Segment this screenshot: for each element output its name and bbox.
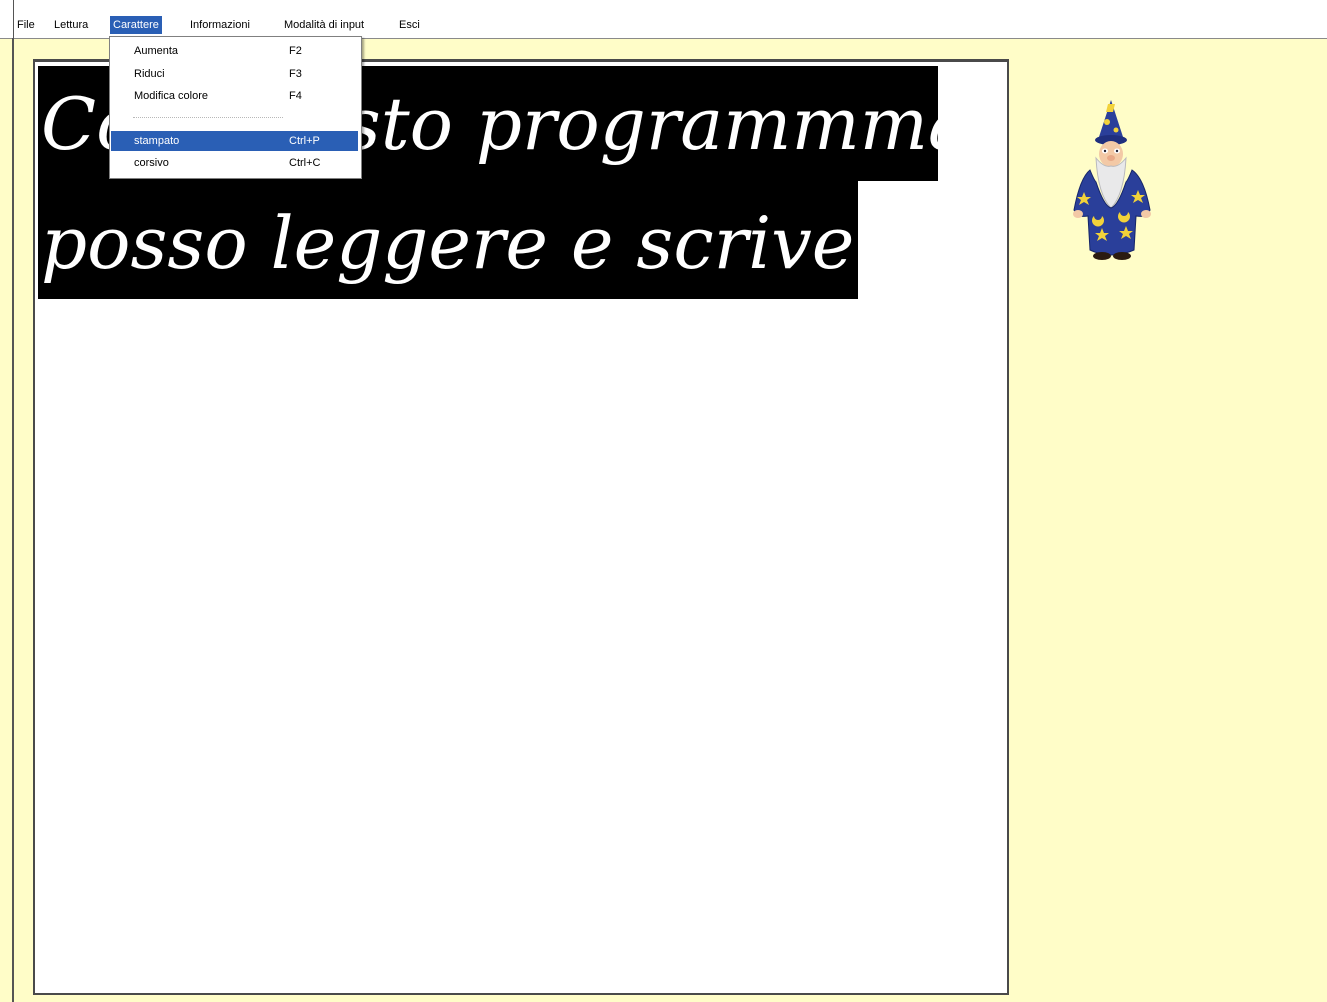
menu-option-modifica-colore[interactable]: Modifica colore F4 [111, 86, 358, 106]
option-label: corsivo [134, 157, 169, 169]
menu-esci[interactable]: Esci [396, 16, 423, 34]
menu-lettura[interactable]: Lettura [51, 16, 91, 34]
option-shortcut: F3 [289, 68, 302, 80]
menu-file[interactable]: File [14, 16, 38, 34]
menu-separator [133, 117, 283, 118]
text-line-2: posso leggere e scrivere. [41, 201, 955, 285]
menu-informazioni[interactable]: Informazioni [187, 16, 253, 34]
option-shortcut: F2 [289, 45, 302, 57]
option-shortcut: Ctrl+P [289, 135, 320, 147]
wizard-icon[interactable] [1058, 100, 1164, 262]
option-shortcut: F4 [289, 90, 302, 102]
option-label: stampato [134, 135, 180, 147]
carattere-dropdown: Aumenta F2 Riduci F3 Modifica colore F4 … [109, 36, 362, 179]
option-label: Modifica colore [134, 90, 208, 102]
window-frame [12, 38, 13, 1002]
window-left-border [13, 0, 14, 1002]
menu-option-aumenta[interactable]: Aumenta F2 [111, 41, 358, 61]
option-label: Riduci [134, 68, 165, 80]
menu-modalita-input[interactable]: Modalità di input [281, 16, 367, 34]
option-shortcut: Ctrl+C [289, 157, 321, 169]
menu-option-stampato[interactable]: stampato Ctrl+P [111, 131, 358, 151]
menu-option-riduci[interactable]: Riduci F3 [111, 64, 358, 84]
option-label: Aumenta [134, 45, 179, 57]
menu-carattere[interactable]: Carattere [110, 16, 162, 34]
menu-option-corsivo[interactable]: corsivo Ctrl+C [111, 153, 358, 173]
menu-bar: File Lettura Carattere Informazioni Moda… [0, 0, 1327, 1002]
text-canvas[interactable]: Con questo programmma posso leggere e sc… [33, 59, 1009, 995]
